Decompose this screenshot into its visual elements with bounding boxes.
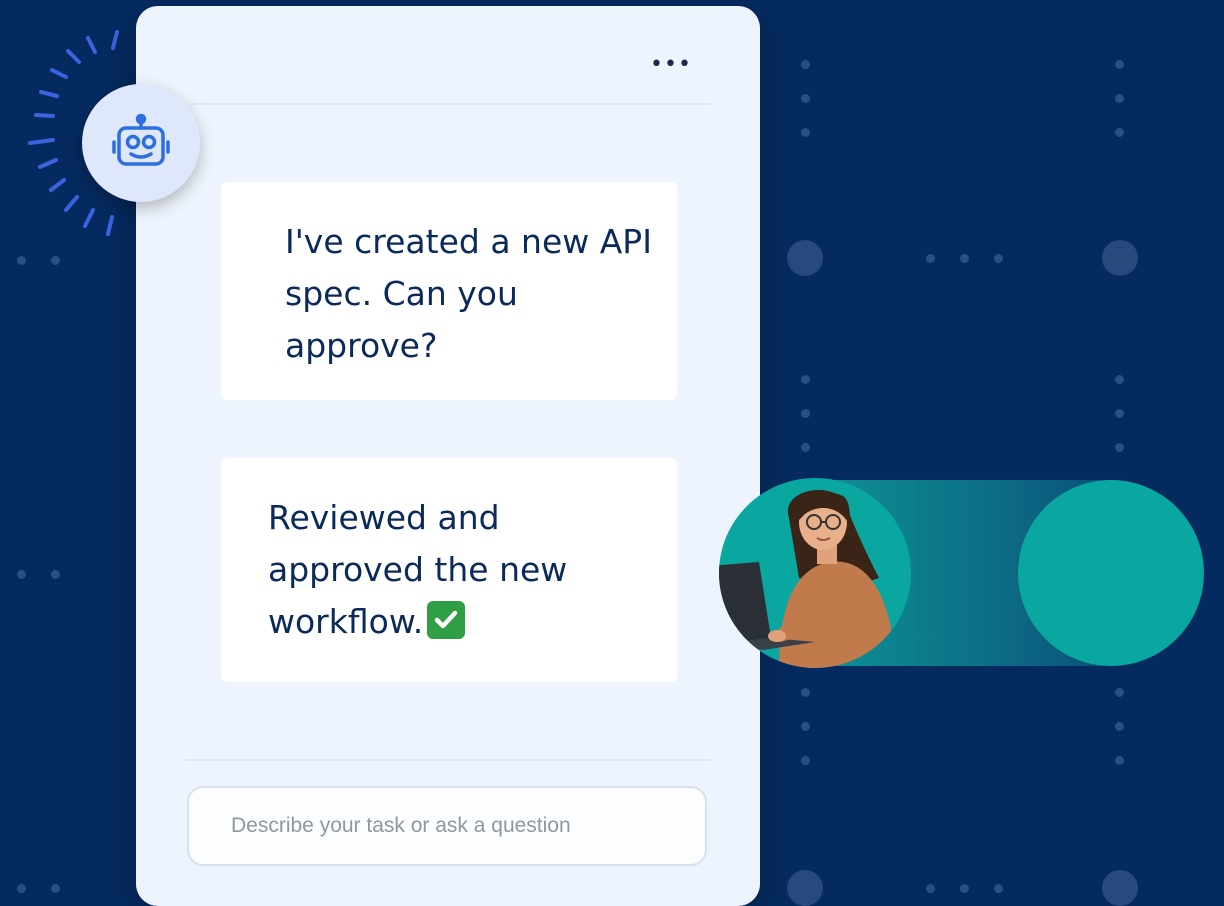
- bot-message-text: I've created a new API spec. Can you app…: [285, 222, 652, 365]
- bg-dot: [1102, 870, 1138, 906]
- bg-dot: [801, 60, 810, 69]
- bg-dot: [1115, 128, 1124, 137]
- bg-dot: [1115, 688, 1124, 697]
- bg-dot: [801, 722, 810, 731]
- bg-dot: [994, 884, 1003, 893]
- user-message-text: Reviewed and approved the new workflow.: [268, 498, 568, 641]
- bg-dot: [926, 884, 935, 893]
- composer-divider: [186, 759, 710, 761]
- bg-dot: [801, 756, 810, 765]
- bg-dot: [787, 240, 823, 276]
- bot-message-bubble: I've created a new API spec. Can you app…: [221, 182, 677, 400]
- more-options-button[interactable]: •••: [650, 52, 691, 78]
- chat-panel: [136, 6, 760, 906]
- bg-dot: [1115, 756, 1124, 765]
- bg-dot: [1115, 443, 1124, 452]
- bg-dot: [51, 884, 60, 893]
- bg-dot: [994, 254, 1003, 263]
- bg-dot: [801, 375, 810, 384]
- bg-dot: [1115, 409, 1124, 418]
- task-input[interactable]: [187, 786, 707, 866]
- check-mark-button-icon: [427, 601, 466, 639]
- bg-dot: [960, 884, 969, 893]
- bg-dot: [17, 570, 26, 579]
- bg-dot: [1115, 60, 1124, 69]
- bg-dot: [1115, 722, 1124, 731]
- bg-dot: [801, 443, 810, 452]
- user-avatar: [719, 478, 911, 668]
- bg-dot: [1115, 94, 1124, 103]
- bg-dot: [51, 570, 60, 579]
- bg-dot: [801, 128, 810, 137]
- toggle-knob[interactable]: [1018, 480, 1204, 666]
- bg-dot: [17, 884, 26, 893]
- person-with-laptop-illustration: [719, 489, 897, 668]
- robot-face-icon: [112, 113, 170, 166]
- bg-dot: [1102, 240, 1138, 276]
- bg-dot: [801, 94, 810, 103]
- bg-dot: [801, 688, 810, 697]
- bot-avatar: [82, 84, 200, 202]
- bg-dot: [787, 870, 823, 906]
- header-divider: [190, 103, 710, 105]
- user-message-bubble: Reviewed and approved the new workflow.: [221, 458, 677, 682]
- bg-dot: [1115, 375, 1124, 384]
- bg-dot: [801, 409, 810, 418]
- user-message-content: Reviewed and approved the new workflow.: [268, 492, 663, 648]
- bg-dot: [926, 254, 935, 263]
- bg-dot: [960, 254, 969, 263]
